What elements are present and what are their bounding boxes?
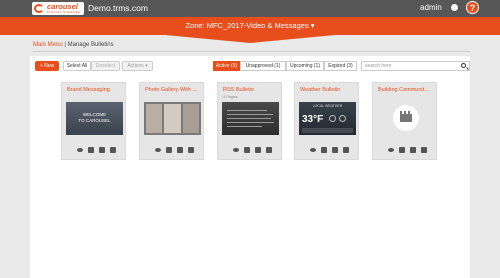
preview-eye-icon[interactable] [388,148,394,152]
preview-eye-icon[interactable] [233,148,239,152]
actions-dropdown[interactable]: Actions ▾ [122,61,153,71]
bulletin-card-photo-gallery[interactable]: Photo Gallery With ... [139,82,204,160]
forecast-strip [302,128,353,133]
clapperboard-body [400,114,412,122]
delete-trash-icon[interactable] [110,147,116,153]
thumbnail-temperature: 33°F [302,114,324,125]
bulletin-thumbnail[interactable]: LOCAL WEATHER 33°F [299,102,356,135]
thumbnail-text: WELCOME [82,112,107,117]
text-line [227,118,271,119]
filter-active[interactable]: Active (5) [213,61,240,71]
help-button[interactable]: ? [466,1,479,14]
zone-selector[interactable]: Zone: MFC_2017-Video & Messages ▾ [0,21,500,30]
edit-pencil-icon[interactable] [244,147,250,153]
delete-trash-icon[interactable] [421,147,427,153]
text-line [227,126,262,127]
text-line [227,114,273,115]
new-button[interactable]: + New [35,61,59,71]
card-title[interactable]: Photo Gallery With ... [145,87,203,93]
delete-trash-icon[interactable] [343,147,349,153]
delete-trash-icon[interactable] [188,147,194,153]
user-menu[interactable]: admin [420,3,442,12]
logo-subtext: DIGITAL SIGNAGE [47,10,81,14]
photo-image [146,104,162,133]
breadcrumb-current: Manage Bulletins [67,42,114,48]
deselect-button[interactable]: Deselect [91,61,120,71]
card-tools [382,147,430,154]
copy-icon[interactable] [332,147,338,153]
bulletin-card-weather[interactable]: Weather Bulletin LOCAL WEATHER 33°F [294,82,359,160]
thumbnail-text: TO CAROUSEL [78,118,111,123]
copy-icon[interactable] [177,147,183,153]
breadcrumb-main-menu[interactable]: Main Menu [33,42,63,48]
user-gear-icon[interactable] [451,4,458,11]
photo-image [183,104,199,133]
preview-eye-icon[interactable] [310,148,316,152]
photo-image [164,104,181,133]
thumbnail-header: LOCAL WEATHER [312,104,343,108]
zone-selector-tab[interactable] [165,35,335,43]
card-tools [304,147,352,154]
edit-pencil-icon[interactable] [321,147,327,153]
domain-label: Demo.trms.com [88,3,148,13]
breadcrumb: Main Menu | Manage Bulletins [33,42,114,48]
select-all-button[interactable]: Select All [63,61,91,71]
card-title[interactable]: Building Communit... [378,87,436,93]
weather-icon [329,115,336,122]
preview-eye-icon[interactable] [155,148,161,152]
delete-trash-icon[interactable] [266,147,272,153]
carousel-logo[interactable]: carousel DIGITAL SIGNAGE [32,2,84,15]
logo-swirl-icon [34,4,44,13]
bulletin-card-brand-messaging[interactable]: Brand Messaging WELCOME TO CAROUSEL [61,82,126,160]
card-title[interactable]: Weather Bulletin [300,87,358,93]
card-tools [71,147,119,154]
bulletin-card-building-community[interactable]: Building Communit... [372,82,437,160]
card-tools [227,147,275,154]
bulletin-thumbnail[interactable] [377,102,434,135]
card-title[interactable]: RSS Bulletin [223,87,281,93]
filter-unapproved[interactable]: Unapproved (1) [240,61,286,71]
bulletin-thumbnail[interactable] [222,102,279,135]
preview-eye-icon[interactable] [77,148,83,152]
card-subtitle: 4 Pages [223,94,238,99]
card-title[interactable]: Brand Messaging [67,87,125,93]
filter-upcoming[interactable]: Upcoming (1) [286,61,324,71]
text-line [227,110,267,111]
card-tools [149,147,197,154]
edit-pencil-icon[interactable] [399,147,405,153]
weather-icon [339,115,346,122]
search-icon[interactable] [461,63,466,68]
copy-icon[interactable] [255,147,261,153]
text-line [227,122,274,123]
search-input[interactable]: search here [361,61,470,71]
edit-pencil-icon[interactable] [88,147,94,153]
copy-icon[interactable] [99,147,105,153]
edit-pencil-icon[interactable] [166,147,172,153]
copy-icon[interactable] [410,147,416,153]
breadcrumb-divider [33,51,470,52]
bulletin-thumbnail[interactable]: WELCOME TO CAROUSEL [66,102,123,135]
bulletin-thumbnail[interactable] [144,102,201,135]
bulletin-card-rss[interactable]: RSS Bulletin 4 Pages [217,82,282,160]
filter-expired[interactable]: Expired (3) [324,61,357,71]
